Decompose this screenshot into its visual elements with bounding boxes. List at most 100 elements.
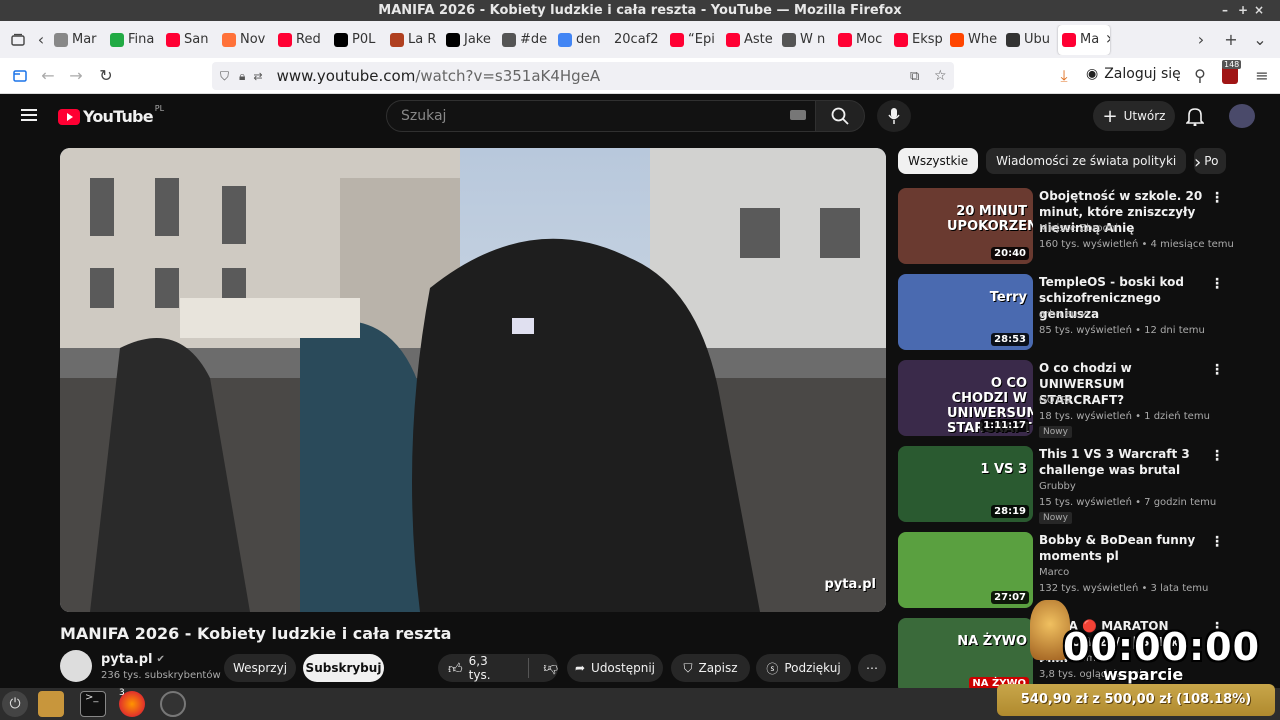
channel-avatar[interactable] xyxy=(60,650,92,682)
channel-name[interactable]: pyta.pl ✔ xyxy=(101,652,165,667)
tab-5[interactable]: P0L xyxy=(330,25,386,55)
more-actions-button[interactable]: ⋯ xyxy=(858,654,886,682)
create-button[interactable]: + Utwórz xyxy=(1093,101,1175,131)
shield-icon[interactable]: ⛉ xyxy=(220,69,229,84)
tab-9[interactable]: den xyxy=(554,25,610,55)
avatar[interactable] xyxy=(1229,104,1255,128)
firefox-taskbar-icon[interactable]: 3 xyxy=(119,688,145,717)
tab-15[interactable]: Eksp xyxy=(890,25,946,55)
tab-2[interactable]: San xyxy=(162,25,218,55)
recommended-title[interactable]: Bobby & BoDean funny moments pl xyxy=(1039,532,1209,564)
lock-icon[interactable]: 🔒︎ xyxy=(239,69,245,84)
recommended-channel[interactable]: GOTRI xyxy=(1039,394,1229,408)
recommended-channel[interactable]: Grubby xyxy=(1039,480,1229,494)
tab-0[interactable]: Mar xyxy=(50,25,106,55)
tab-16[interactable]: Whe xyxy=(946,25,1002,55)
tab-overflow-icon[interactable]: ⌄ xyxy=(1246,25,1274,53)
new-tab-icon[interactable]: + xyxy=(1217,25,1245,53)
picture-in-picture-icon[interactable]: ⧉ xyxy=(910,69,919,84)
video-thumbnail[interactable]: NA ŻYWO NA ŻYWO xyxy=(898,618,1033,694)
minimize-icon[interactable]: – xyxy=(1222,0,1228,21)
like-button[interactable]: 👍︎ 6,3 tys. xyxy=(448,654,512,682)
scroll-tabs-right-icon[interactable]: › xyxy=(1190,25,1212,53)
bookmark-star-icon[interactable]: ☆ xyxy=(934,68,947,84)
stream-timer: 00:00:00 xyxy=(1063,625,1261,669)
video-thumbnail[interactable]: 1 VS 3 28:19 xyxy=(898,446,1033,522)
video-player[interactable]: pyta.pl xyxy=(60,148,886,612)
downloads-icon[interactable]: ⤓ xyxy=(1050,62,1078,90)
video-thumbnail[interactable]: Terry 28:53 xyxy=(898,274,1033,350)
recommended-video[interactable]: 27:07 Bobby & BoDean funny moments pl Marc… xyxy=(898,532,1228,612)
subscribe-button[interactable]: Subskrybuj xyxy=(303,654,384,682)
video-thumbnail[interactable]: 27:07 xyxy=(898,532,1033,608)
tab-4[interactable]: Red xyxy=(274,25,330,55)
tab-17[interactable]: Ubu xyxy=(1002,25,1058,55)
recommended-video[interactable]: O CO CHODZI W UNIWERSUM STARCRAFT1:11:17… xyxy=(898,360,1228,440)
recommended-channel[interactable]: arhn.eu ✔ xyxy=(1039,308,1229,322)
tab-10[interactable]: 20caf2 xyxy=(610,25,666,55)
video-thumbnail[interactable]: 20 MINUT UPOKORZENIA 20:40 xyxy=(898,188,1033,264)
file-manager-icon[interactable] xyxy=(38,691,64,717)
menu-icon[interactable]: ≡ xyxy=(1248,62,1276,90)
keyboard-icon[interactable] xyxy=(790,110,806,120)
close-window-icon[interactable]: × xyxy=(1254,0,1264,21)
tab-7[interactable]: Jake xyxy=(442,25,498,55)
recommended-video[interactable]: 20 MINUT UPOKORZENIA20:40Obojętność w sz… xyxy=(898,188,1234,268)
login-button[interactable]: ◉ Zaloguj się xyxy=(1086,66,1181,82)
url-bar[interactable]: ⛉ 🔒︎ ⇄ www.youtube.com/watch?v=s351aK4Hg… xyxy=(212,62,954,90)
more-options-icon[interactable]: ⋮ xyxy=(1210,362,1224,378)
more-options-icon[interactable]: ⋮ xyxy=(1210,190,1224,206)
back-icon[interactable]: ← xyxy=(34,62,62,90)
more-options-icon[interactable]: ⋮ xyxy=(1210,534,1224,550)
more-options-icon[interactable]: ⋮ xyxy=(1210,276,1224,292)
voice-search-button[interactable] xyxy=(877,100,911,132)
notifications-bell-icon[interactable] xyxy=(1185,106,1205,130)
tab-8[interactable]: #de xyxy=(498,25,554,55)
tab-13[interactable]: W n xyxy=(778,25,834,55)
youtube-icon xyxy=(1062,32,1076,47)
recommended-title[interactable]: This 1 VS 3 Warcraft 3 challenge was bru… xyxy=(1039,446,1209,478)
share-button[interactable]: ➦ Udostępnij xyxy=(567,654,663,682)
scroll-tabs-left-icon[interactable]: ‹ xyxy=(32,26,50,54)
tab-11[interactable]: “Epi xyxy=(666,25,722,55)
recommended-meta: 18 tys. wyświetleń • 1 dzień temu xyxy=(1039,411,1210,422)
chip-all[interactable]: Wszystkie xyxy=(898,148,979,174)
chips-next-icon[interactable]: › xyxy=(1194,152,1201,173)
maximize-icon[interactable]: + xyxy=(1238,0,1248,21)
youtube-logo[interactable]: YouTube PL xyxy=(58,104,164,126)
recommended-video[interactable]: 1 VS 3 28:19 This 1 VS 3 Warcraft 3 challe… xyxy=(898,446,1228,526)
tab-label: “Epi xyxy=(688,32,715,47)
chip-politics[interactable]: Wiadomości ze świata polityki xyxy=(986,148,1187,174)
dislike-button[interactable]: 👍︎ xyxy=(543,660,558,677)
microphone-icon xyxy=(888,108,900,124)
save-button[interactable]: ⛉ Zapisz xyxy=(671,654,750,682)
reload-icon[interactable]: ↻ xyxy=(92,62,120,90)
obs-icon[interactable] xyxy=(160,691,186,717)
thanks-button[interactable]: ⓢ Podziękuj xyxy=(756,654,851,682)
tab-14[interactable]: Moc xyxy=(834,25,890,55)
permissions-icon[interactable]: ⇄ xyxy=(253,70,262,83)
hamburger-menu-icon[interactable] xyxy=(20,106,38,128)
youtube-icon xyxy=(838,32,852,47)
tab-12[interactable]: Aste xyxy=(722,25,778,55)
tab-3[interactable]: Nov xyxy=(218,25,274,55)
search-button[interactable] xyxy=(815,100,865,132)
close-tab-icon[interactable]: × xyxy=(1105,32,1110,47)
tab-1[interactable]: Fina xyxy=(106,25,162,55)
video-thumbnail[interactable]: O CO CHODZI W UNIWERSUM STARCRAFT1:11:17 xyxy=(898,360,1033,436)
support-button[interactable]: Wesprzyj xyxy=(224,654,296,682)
more-options-icon[interactable]: ⋮ xyxy=(1210,448,1224,464)
start-menu-icon[interactable]: ⏻ xyxy=(2,691,28,717)
tab-18[interactable]: Ma × xyxy=(1058,24,1110,55)
ublock-icon[interactable]: 148 xyxy=(1222,60,1242,84)
terminal-icon[interactable]: >_ xyxy=(80,691,106,717)
tab-6[interactable]: La R xyxy=(386,25,442,55)
tab-list-icon[interactable] xyxy=(4,26,32,54)
sidebar-toggle-icon[interactable] xyxy=(6,62,34,90)
search-input[interactable]: Szukaj xyxy=(386,100,816,132)
recommended-channel[interactable]: Marco xyxy=(1039,566,1229,580)
recommended-channel[interactable]: Miejsce Zbrodni xyxy=(1039,222,1229,236)
forward-icon[interactable]: → xyxy=(62,62,90,90)
recommended-video[interactable]: Terry 28:53 TempleOS - boski kod schizofre… xyxy=(898,274,1228,354)
extensions-icon[interactable]: ⚲ xyxy=(1186,62,1214,90)
